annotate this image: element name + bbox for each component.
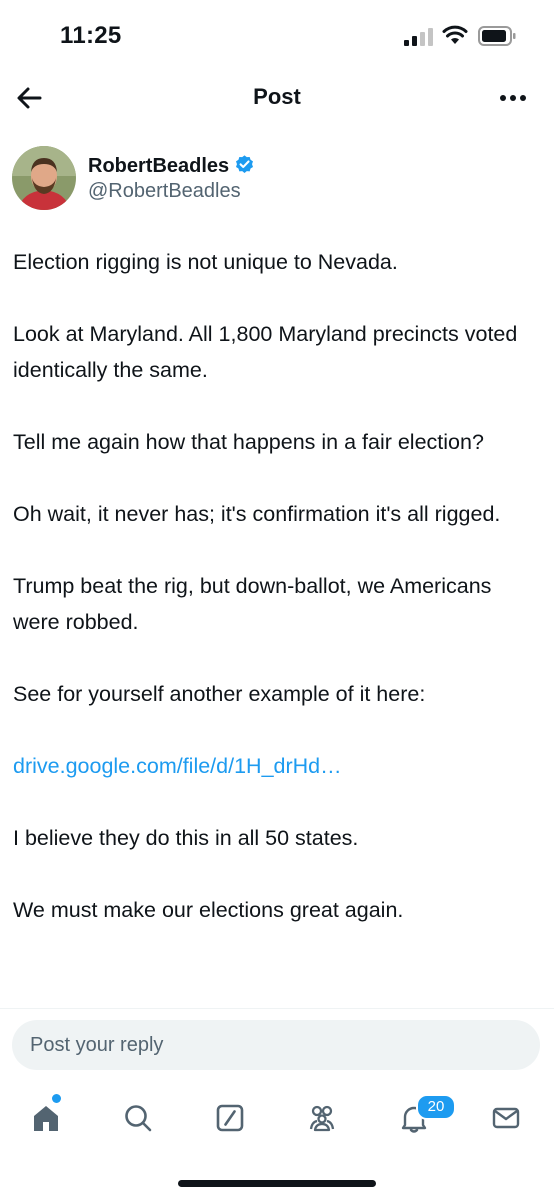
home-indicator [178, 1180, 376, 1187]
grok-icon [216, 1104, 244, 1132]
author-name[interactable]: RobertBeadles [88, 154, 255, 178]
post-link-paragraph: drive.google.com/file/d/1H_drHd… [13, 748, 539, 784]
messages-icon [492, 1107, 520, 1129]
notifications-badge: 20 [416, 1094, 456, 1120]
tab-communities[interactable] [298, 1094, 346, 1142]
post-paragraph: We must make our elections great again. [13, 898, 404, 922]
post-paragraph: Trump beat the rig, but down-ballot, we … [13, 574, 492, 634]
tab-grok[interactable] [206, 1094, 254, 1142]
more-options-icon[interactable] [496, 84, 530, 112]
search-icon [125, 1105, 152, 1132]
communities-icon [309, 1105, 335, 1132]
status-time: 11:25 [60, 22, 122, 49]
wifi-icon [442, 25, 468, 44]
divider [0, 1008, 554, 1009]
reply-placeholder: Post your reply [30, 1034, 164, 1056]
author-avatar[interactable] [12, 146, 76, 210]
post-paragraph: See for yourself another example of it h… [13, 682, 426, 706]
post-author: RobertBeadles @RobertBeadles [12, 146, 542, 212]
post-text: Election rigging is not unique to Nevada… [13, 244, 539, 964]
avatar-image [12, 146, 76, 210]
author-name-text: RobertBeadles [88, 155, 230, 177]
post-paragraph: Tell me again how that happens in a fair… [13, 430, 484, 454]
home-unread-dot [52, 1094, 61, 1103]
post-paragraph: Oh wait, it never has; it's confirmation… [13, 502, 501, 526]
verified-badge-icon [236, 155, 254, 173]
status-bar: 11:25 [0, 0, 554, 70]
home-icon [34, 1106, 58, 1131]
reply-input[interactable]: Post your reply [12, 1020, 540, 1070]
tab-search[interactable] [114, 1094, 162, 1142]
page-title: Post [253, 84, 301, 109]
top-navigation: Post [0, 70, 554, 126]
author-handle[interactable]: @RobertBeadles [88, 180, 241, 203]
cellular-signal-icon [404, 28, 433, 46]
post-paragraph: Look at Maryland. All 1,800 Maryland pre… [13, 322, 518, 382]
post-paragraph: Election rigging is not unique to Nevada… [13, 250, 398, 274]
post-paragraph: I believe they do this in all 50 states. [13, 826, 359, 850]
battery-icon [478, 26, 516, 46]
bottom-tab-bar: 20 [0, 1086, 554, 1156]
tab-home[interactable] [22, 1094, 70, 1142]
tab-messages[interactable] [482, 1094, 530, 1142]
post-link[interactable]: drive.google.com/file/d/1H_drHd… [13, 754, 342, 778]
